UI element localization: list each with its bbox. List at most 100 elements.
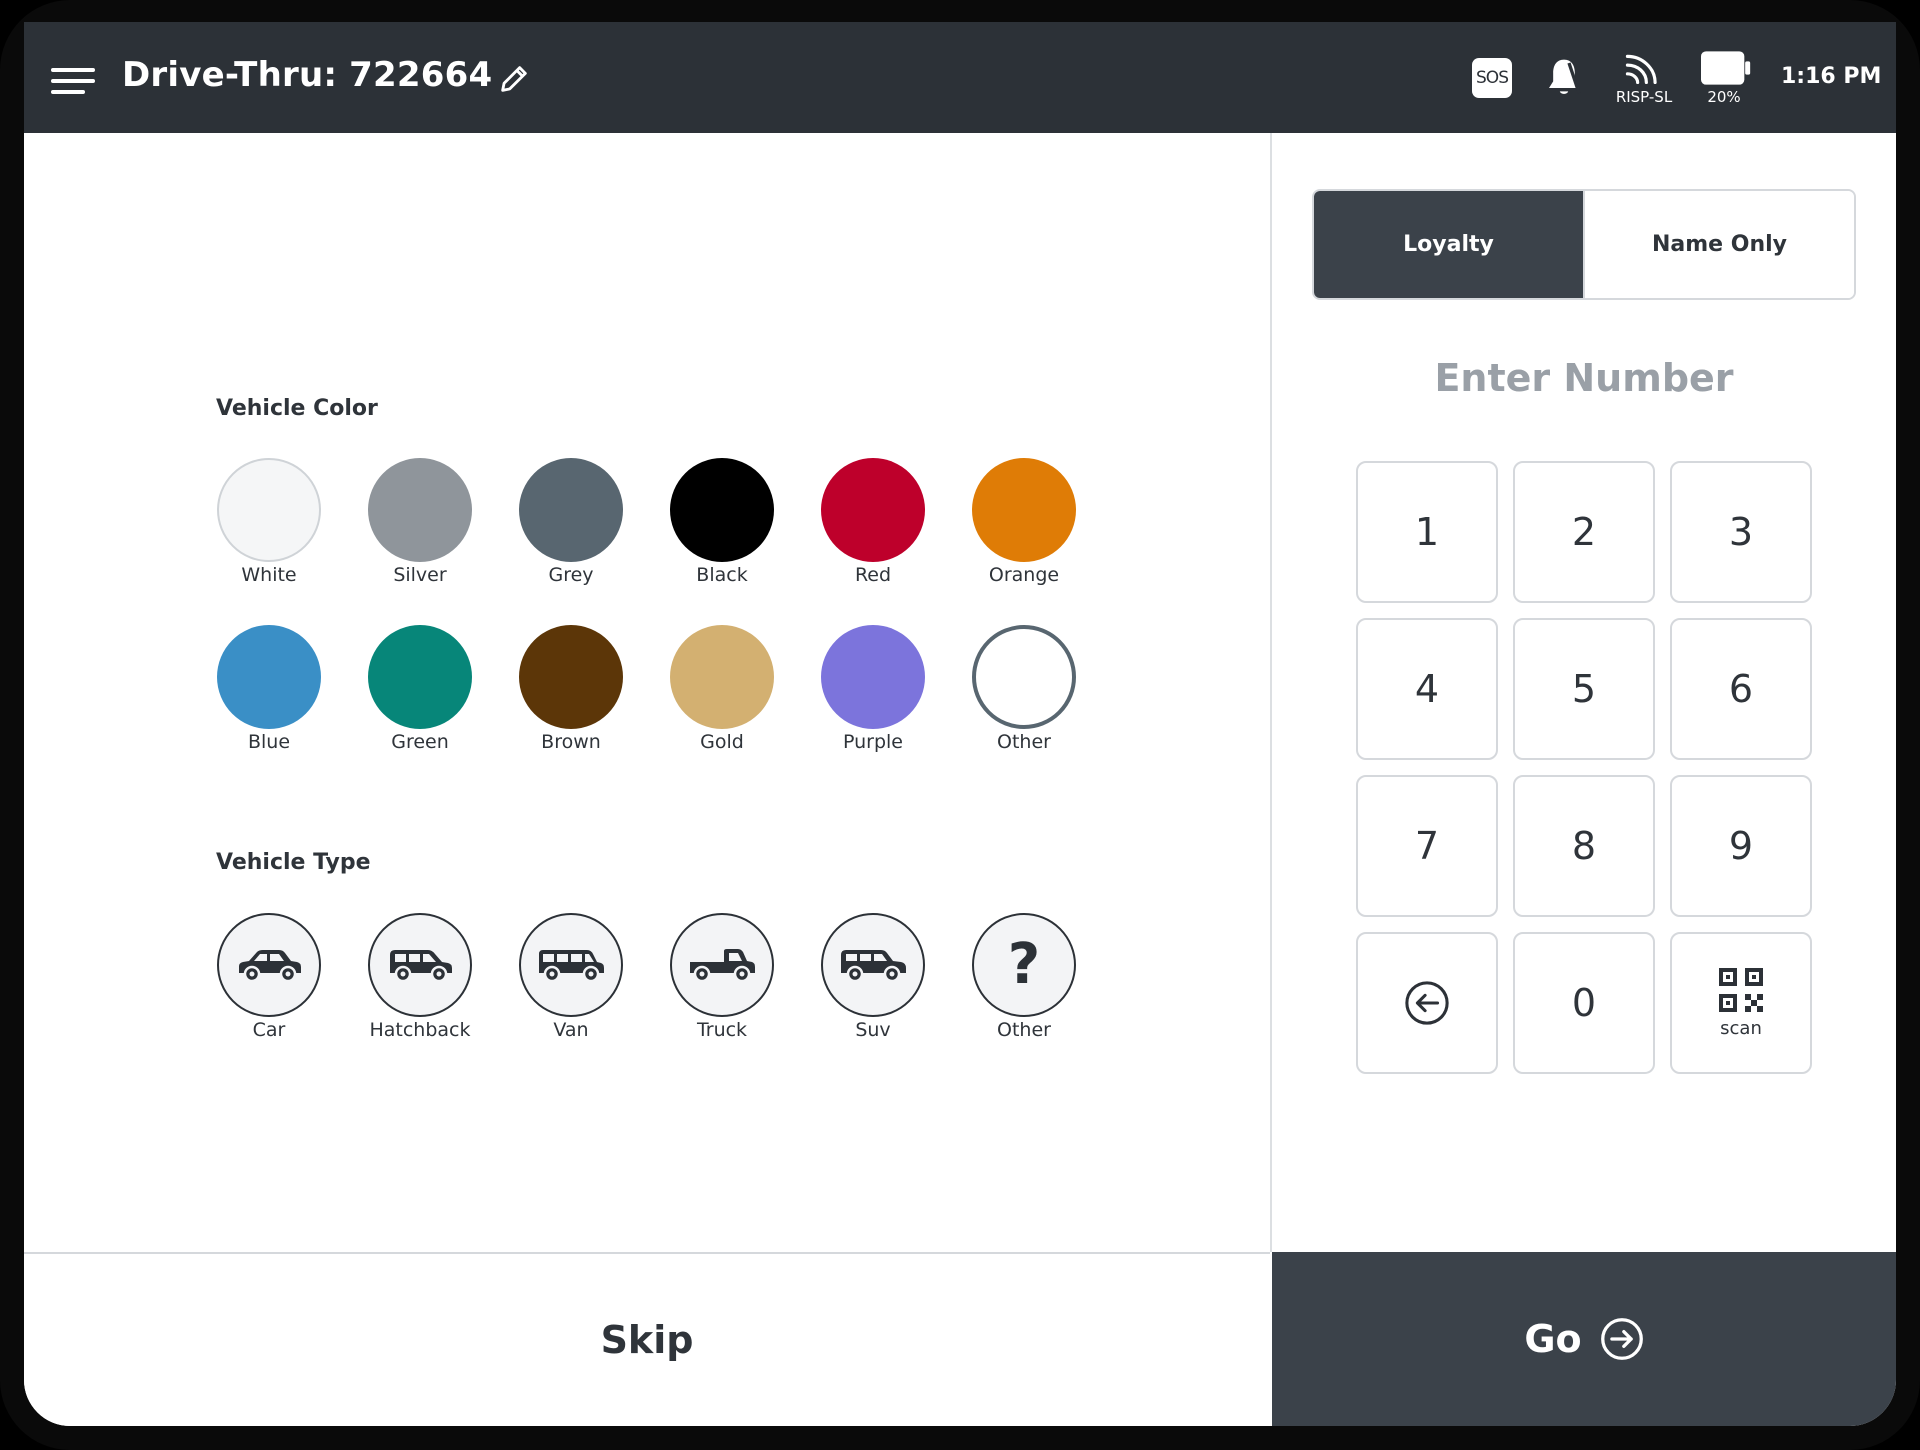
color-gold[interactable]: Gold <box>647 625 797 753</box>
page-title: Drive-Thru: 722664 <box>122 55 493 95</box>
pane-divider <box>1270 133 1272 1252</box>
keypad-key-6[interactable]: 6 <box>1670 618 1812 760</box>
vehicle-type-circle <box>368 913 472 1017</box>
vehicle-type-truck[interactable]: Truck <box>647 913 797 1041</box>
vehicle-details-panel: Vehicle Color White Silver Grey Black Re… <box>24 133 1270 1273</box>
vehicle-type-circle: ? <box>972 913 1076 1017</box>
vehicle-type-car[interactable]: Car <box>194 913 344 1041</box>
vehicle-color-title: Vehicle Color <box>216 396 378 421</box>
network-label: RISP-SL <box>1615 88 1673 106</box>
color-silver[interactable]: Silver <box>345 458 495 586</box>
keypad-scan-button[interactable]: scan <box>1670 932 1812 1074</box>
color-label: Green <box>391 731 449 753</box>
tab-loyalty[interactable]: Loyalty <box>1314 191 1583 298</box>
vehicle-type-other[interactable]: ? Other <box>949 913 1099 1041</box>
skip-label: Skip <box>600 1318 694 1362</box>
skip-button[interactable]: Skip <box>24 1252 1270 1426</box>
color-label: Orange <box>988 564 1060 586</box>
keypad-key-4[interactable]: 4 <box>1356 618 1498 760</box>
scan-label: scan <box>1720 1017 1762 1039</box>
keypad-key-2[interactable]: 2 <box>1513 461 1655 603</box>
sos-icon[interactable]: SOS <box>1472 58 1512 98</box>
color-swatch <box>670 458 774 562</box>
qr-code-icon <box>1719 967 1763 1012</box>
color-label: Other <box>997 731 1051 753</box>
vehicle-type-label: Van <box>553 1019 589 1041</box>
color-orange[interactable]: Orange <box>949 458 1099 586</box>
color-red[interactable]: Red <box>798 458 948 586</box>
bell-icon[interactable] <box>1544 56 1584 100</box>
color-swatch <box>821 625 925 729</box>
keypad-key-3[interactable]: 3 <box>1670 461 1812 603</box>
question-icon: ? <box>1007 932 1041 997</box>
keypad-key-5[interactable]: 5 <box>1513 618 1655 760</box>
van-icon <box>539 950 604 983</box>
vehicle-type-label: Suv <box>855 1019 891 1041</box>
color-label: Purple <box>842 731 903 753</box>
color-white[interactable]: White <box>194 458 344 586</box>
keypad-key-9[interactable]: 9 <box>1670 775 1812 917</box>
color-swatch <box>368 458 472 562</box>
battery-icon <box>1701 51 1751 85</box>
battery-label: 20% <box>1707 88 1741 106</box>
color-swatch <box>670 625 774 729</box>
color-label: Grey <box>548 564 594 586</box>
keypad-key-0[interactable]: 0 <box>1513 932 1655 1074</box>
clock: 1:16 PM <box>1781 64 1882 89</box>
go-label: Go <box>1524 1317 1582 1361</box>
menu-icon[interactable] <box>51 68 95 94</box>
vehicle-type-circle <box>217 913 321 1017</box>
number-display: Enter Number <box>1434 356 1734 400</box>
tab-name-only[interactable]: Name Only <box>1583 191 1854 298</box>
color-swatch <box>519 458 623 562</box>
vehicle-type-hatchback[interactable]: Hatchback <box>345 913 495 1041</box>
keypad-key-8[interactable]: 8 <box>1513 775 1655 917</box>
truck-icon <box>690 949 755 983</box>
color-swatch <box>368 625 472 729</box>
color-label: Brown <box>541 731 601 753</box>
color-grey[interactable]: Grey <box>496 458 646 586</box>
device-frame: Drive-Thru: 722664 SOS RISP-SL 20% 1:16 … <box>0 0 1920 1450</box>
color-swatch <box>217 458 321 562</box>
color-other[interactable]: Other <box>949 625 1099 753</box>
sos-label: SOS <box>1476 68 1509 88</box>
color-label: White <box>241 564 297 586</box>
vehicle-type-circle <box>821 913 925 1017</box>
color-brown[interactable]: Brown <box>496 625 646 753</box>
screen: Drive-Thru: 722664 SOS RISP-SL 20% 1:16 … <box>24 22 1896 1426</box>
vehicle-type-circle <box>519 913 623 1017</box>
color-label: Silver <box>393 564 447 586</box>
suv-icon <box>841 950 906 983</box>
keypad-backspace-button[interactable] <box>1356 932 1498 1074</box>
vehicle-type-suv[interactable]: Suv <box>798 913 948 1041</box>
color-label: Red <box>854 564 892 586</box>
color-swatch <box>972 458 1076 562</box>
color-swatch <box>519 625 623 729</box>
keypad-key-1[interactable]: 1 <box>1356 461 1498 603</box>
vehicle-type-label: Other <box>997 1019 1051 1041</box>
color-swatch <box>217 625 321 729</box>
backspace-icon <box>1405 981 1449 1025</box>
vehicle-type-circle <box>670 913 774 1017</box>
color-green[interactable]: Green <box>345 625 495 753</box>
keypad-key-7[interactable]: 7 <box>1356 775 1498 917</box>
color-black[interactable]: Black <box>647 458 797 586</box>
color-purple[interactable]: Purple <box>798 625 948 753</box>
lookup-mode-tabs: Loyalty Name Only <box>1312 189 1856 300</box>
car-icon <box>239 950 301 983</box>
vehicle-type-van[interactable]: Van <box>496 913 646 1041</box>
vehicle-type-label: Truck <box>696 1019 748 1041</box>
color-swatch <box>972 625 1076 729</box>
go-button[interactable]: Go <box>1272 1252 1896 1426</box>
color-label: Gold <box>700 731 744 753</box>
color-label: Black <box>696 564 748 586</box>
hatchback-icon <box>390 950 452 983</box>
pencil-icon[interactable] <box>497 62 531 96</box>
color-label: Blue <box>247 731 291 753</box>
wifi-icon <box>1625 54 1657 84</box>
vehicle-type-title: Vehicle Type <box>216 850 371 875</box>
vehicle-type-label: Hatchback <box>369 1019 471 1041</box>
top-bar: Drive-Thru: 722664 SOS RISP-SL 20% 1:16 … <box>24 22 1896 133</box>
arrow-right-circle-icon <box>1600 1318 1643 1360</box>
color-blue[interactable]: Blue <box>194 625 344 753</box>
